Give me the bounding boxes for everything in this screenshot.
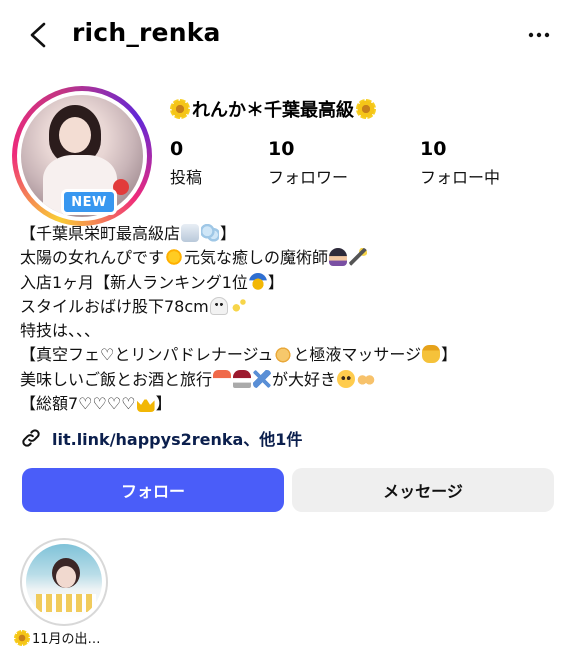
following-count-value: 10 [420, 138, 447, 160]
profile-link-text[interactable]: lit.link/happys2renka、他1件 [52, 426, 302, 450]
sparkles-icon [229, 296, 248, 315]
heart-hands-icon [357, 369, 376, 388]
highlight-label: 11月の出… [14, 628, 124, 647]
bio-line: 【千葉県栄町最高級店】 [20, 224, 237, 243]
profile-link[interactable]: lit.link/happys2renka、他1件 [20, 426, 302, 450]
followers-count-value: 10 [268, 138, 295, 160]
posts-count-value: 0 [170, 138, 184, 160]
sunflower-icon [170, 99, 190, 119]
following-count-label: フォロー中 [420, 168, 501, 187]
back-chevron-icon[interactable] [24, 20, 54, 50]
message-button[interactable]: メッセージ [292, 468, 554, 512]
bio-line: 特技は、、、 [20, 321, 101, 341]
pleading-face-icon [337, 369, 356, 388]
bio-line: スタイルおばけ股下78cm [20, 295, 560, 319]
honey-pot-icon [422, 345, 441, 364]
profile-username: rich_renka [72, 18, 221, 47]
massage-face-icon [274, 345, 293, 364]
ghost-icon [209, 296, 228, 315]
posts-count-label: 投稿 [170, 168, 203, 187]
follow-button[interactable]: フォロー [22, 468, 284, 512]
gold-medal-icon [248, 272, 267, 291]
bathtub-icon [181, 224, 200, 242]
followers-count[interactable]: 10 フォロワー [268, 138, 348, 188]
display-name-text: れんか＊千葉最高級 [192, 100, 354, 121]
new-badge: NEW [61, 189, 117, 215]
crown-icon [136, 397, 155, 413]
bio-line: 太陽の女れんぴです 元気な癒しの魔術師 [20, 246, 560, 270]
witch-icon [329, 248, 348, 267]
sunflower-icon [14, 629, 30, 646]
sun-icon [165, 248, 184, 267]
bio-line: 美味しいご飯とお酒と旅行 が大好き [20, 368, 560, 392]
top-bar: rich_renka [0, 0, 576, 70]
display-name: れんか＊千葉最高級 [170, 96, 376, 122]
airplane-icon [253, 369, 272, 388]
highlight-cover [26, 544, 102, 620]
posts-count: 0 投稿 [170, 138, 202, 188]
bio-line: 入店1ヶ月【新人ランキング1位】 [20, 272, 284, 292]
bubbles-icon [201, 224, 220, 242]
more-options-icon[interactable] [524, 20, 554, 50]
profile-avatar[interactable]: NEW [12, 86, 152, 226]
wine-glass-icon [233, 369, 252, 388]
following-count[interactable]: 10 フォロー中 [420, 138, 500, 188]
magic-wand-icon [349, 248, 368, 267]
link-icon [22, 429, 40, 447]
profile-bio: 【千葉県栄町最高級店】 太陽の女れんぴです 元気な癒しの魔術師 入店1ヶ月【新人ラ… [20, 222, 560, 416]
followers-count-label: フォロワー [268, 168, 349, 187]
sushi-icon [213, 369, 232, 388]
bio-line: 【総額7♡♡♡♡】 [20, 394, 172, 414]
story-highlight[interactable]: 11月の出… [14, 538, 108, 647]
highlight-ring [20, 538, 108, 626]
bio-line: 【真空フェ♡とリンパドレナージュ と極液マッサージ】 [20, 345, 458, 365]
sunflower-icon [356, 99, 376, 119]
